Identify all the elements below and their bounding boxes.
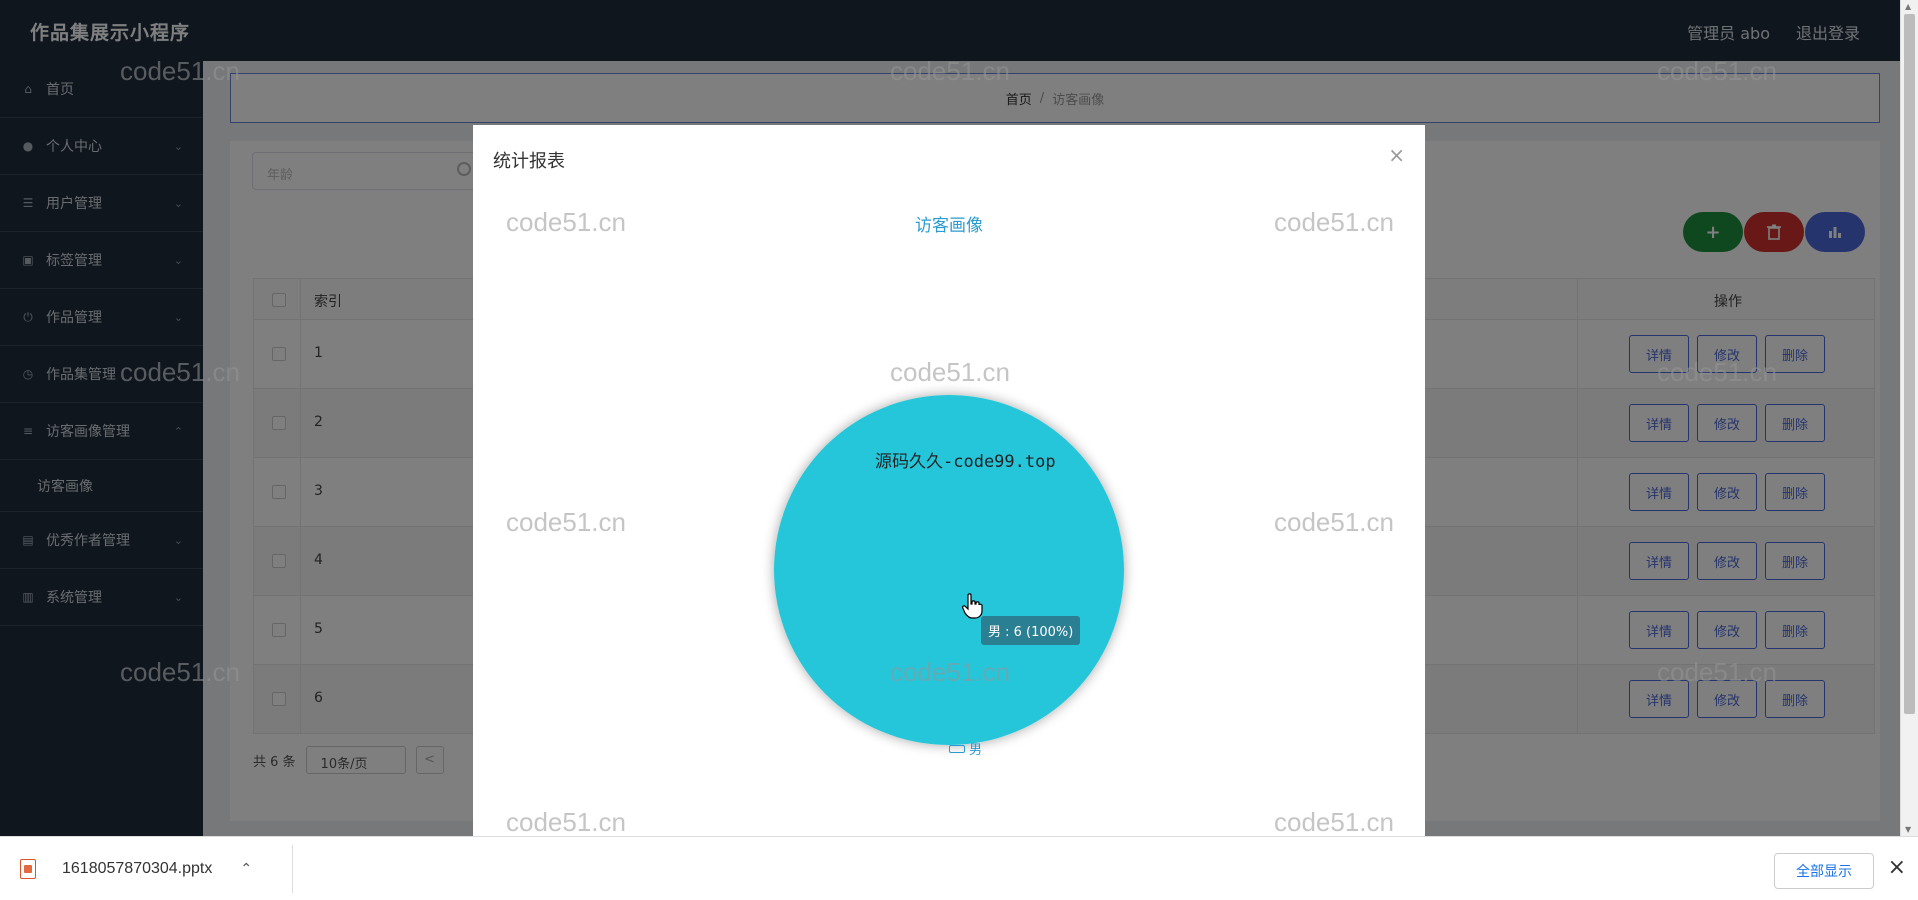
watermark: code51.cn [506, 207, 626, 237]
download-filename: 1618057870304.pptx [62, 860, 213, 877]
watermark: code51.cn [890, 56, 1010, 86]
chart-legend[interactable]: 男 [949, 739, 982, 758]
scroll-down-icon[interactable]: ▼ [1905, 825, 1911, 834]
watermark: code51.cn [120, 56, 240, 86]
download-item[interactable]: 1618057870304.pptx ⌃ [20, 837, 252, 900]
overlay-watermark-text: 源码久久-code99.top [875, 452, 1056, 472]
watermark: code51.cn [1274, 207, 1394, 237]
watermark: code51.cn [1274, 507, 1394, 537]
watermark: code51.cn [1657, 657, 1777, 687]
scrollbar-thumb[interactable] [1904, 14, 1915, 714]
divider [292, 845, 293, 893]
watermark: code51.cn [120, 357, 240, 387]
download-bar: 1618057870304.pptx ⌃ 全部显示 × [0, 836, 1918, 900]
watermark: code51.cn [890, 357, 1010, 387]
watermark: code51.cn [506, 507, 626, 537]
chevron-up-icon[interactable]: ⌃ [240, 861, 252, 877]
legend-swatch [949, 744, 965, 753]
watermark: code51.cn [890, 657, 1010, 687]
watermark: code51.cn [1657, 357, 1777, 387]
close-icon[interactable]: × [1888, 855, 1906, 880]
legend-label: 男 [969, 743, 983, 758]
pptx-file-icon [20, 859, 36, 879]
page-scrollbar[interactable]: ▲ ▼ [1900, 0, 1918, 836]
watermark: code51.cn [1657, 56, 1777, 86]
chart-tooltip: 男 : 6 (100%) [981, 616, 1081, 645]
watermark: code51.cn [506, 807, 626, 837]
show-all-button[interactable]: 全部显示 [1774, 853, 1874, 889]
watermark: code51.cn [1274, 807, 1394, 837]
watermark: code51.cn [120, 657, 240, 687]
scroll-up-icon[interactable]: ▲ [1905, 2, 1911, 11]
hand-cursor-icon [962, 593, 983, 619]
